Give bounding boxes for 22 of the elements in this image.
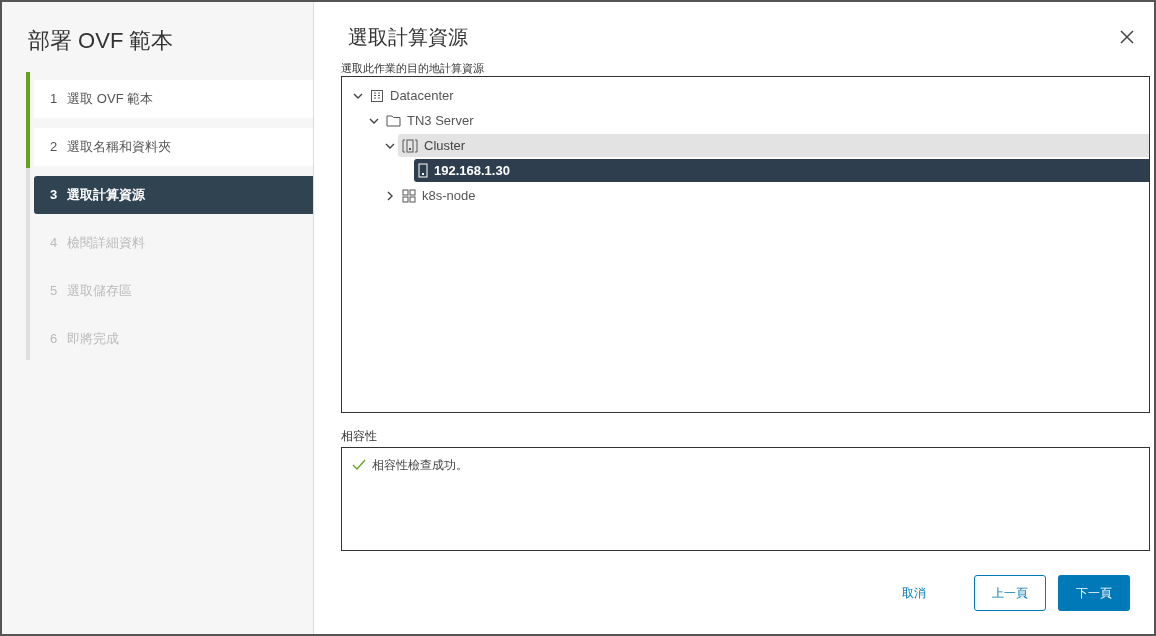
wizard-step[interactable]: 1 選取 OVF 範本 <box>34 80 313 118</box>
compatibility-message: 相容性檢查成功。 <box>372 457 468 474</box>
grid-icon <box>402 188 416 203</box>
building-icon <box>370 88 384 103</box>
field-label: 選取此作業的目的地計算資源 <box>341 61 485 75</box>
tree-node[interactable]: TN3 Server <box>382 109 1149 132</box>
back-button[interactable]: 上一頁 <box>974 575 1046 611</box>
section-label: 相容性 <box>341 428 378 445</box>
tree-node[interactable]: 192.168.1.30 <box>414 159 1149 182</box>
cluster-icon <box>402 138 418 153</box>
server-icon <box>418 163 428 178</box>
tree-node[interactable]: Cluster <box>398 134 1149 157</box>
wizard-title: 部署 OVF 範本 <box>27 27 175 55</box>
close-icon[interactable] <box>1120 30 1134 44</box>
tree-node[interactable]: Datacenter <box>366 84 1149 107</box>
cancel-button[interactable]: 取消 <box>890 575 938 611</box>
wizard-step[interactable]: 2 選取名稱和資料夾 <box>34 128 313 166</box>
next-button[interactable]: 下一頁 <box>1058 575 1130 611</box>
wizard-step[interactable]: 3 選取計算資源 <box>34 176 313 214</box>
tree-node[interactable]: k8s-node <box>398 184 1149 207</box>
folder-icon <box>386 114 401 127</box>
page-title: 選取計算資源 <box>347 25 468 50</box>
